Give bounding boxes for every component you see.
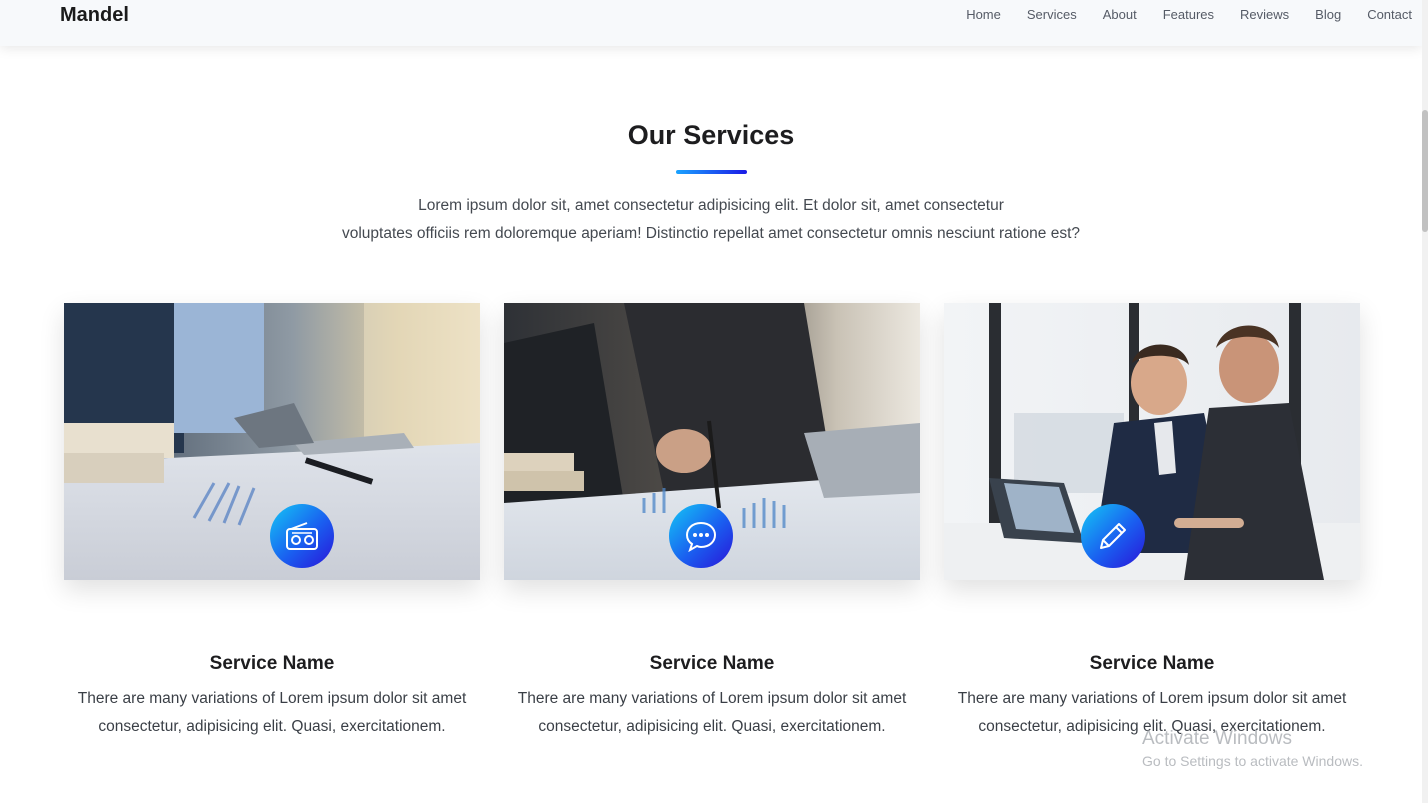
chat-icon: [685, 521, 717, 552]
service-card-image: [944, 303, 1360, 580]
nav-link-blog[interactable]: Blog: [1315, 7, 1341, 22]
service-icon-button[interactable]: [669, 504, 733, 568]
service-card-image: [64, 303, 480, 580]
service-card-text: There are many variations of Lorem ipsum…: [77, 690, 467, 735]
watermark-subtitle: Go to Settings to activate Windows.: [1142, 753, 1363, 769]
brand-logo[interactable]: Mandel: [60, 4, 129, 27]
service-card-title: Service Name: [1089, 653, 1215, 674]
section-title: Our Services: [627, 120, 795, 150]
business-meeting-photo: [944, 303, 1360, 580]
nav-link-home[interactable]: Home: [966, 7, 1001, 22]
nav-link-about[interactable]: About: [1103, 7, 1137, 22]
nav-link-services[interactable]: Services: [1027, 7, 1077, 22]
section-description: Lorem ipsum dolor sit, amet consectetur …: [0, 192, 1422, 248]
service-icon-button[interactable]: [1081, 504, 1145, 568]
navbar: Mandel Home Services About Features Revi…: [0, 0, 1422, 46]
section-description-line: Lorem ipsum dolor sit, amet consectetur …: [418, 197, 1004, 214]
nav-link-features[interactable]: Features: [1163, 7, 1214, 22]
service-icon-button[interactable]: [270, 504, 334, 568]
nav-link-reviews[interactable]: Reviews: [1240, 7, 1289, 22]
pencil-icon: [1100, 523, 1126, 549]
scrollbar-thumb[interactable]: [1422, 110, 1428, 232]
nav-link-contact[interactable]: Contact: [1367, 7, 1412, 22]
nav-menu: Home Services About Features Reviews Blo…: [940, 7, 1412, 22]
watermark-title: Activate Windows: [1142, 728, 1292, 749]
service-card-title: Service Name: [649, 653, 775, 674]
title-underline: [676, 170, 747, 174]
section-description-line: voluptates officiis rem doloremque aperi…: [341, 225, 1081, 242]
service-card-text: There are many variations of Lorem ipsum…: [517, 690, 907, 735]
service-card-title: Service Name: [209, 653, 335, 674]
activate-windows-watermark: Activate Windows Go to Settings to activ…: [1142, 728, 1363, 769]
radio-icon: [286, 522, 318, 550]
service-card-image: [504, 303, 920, 580]
